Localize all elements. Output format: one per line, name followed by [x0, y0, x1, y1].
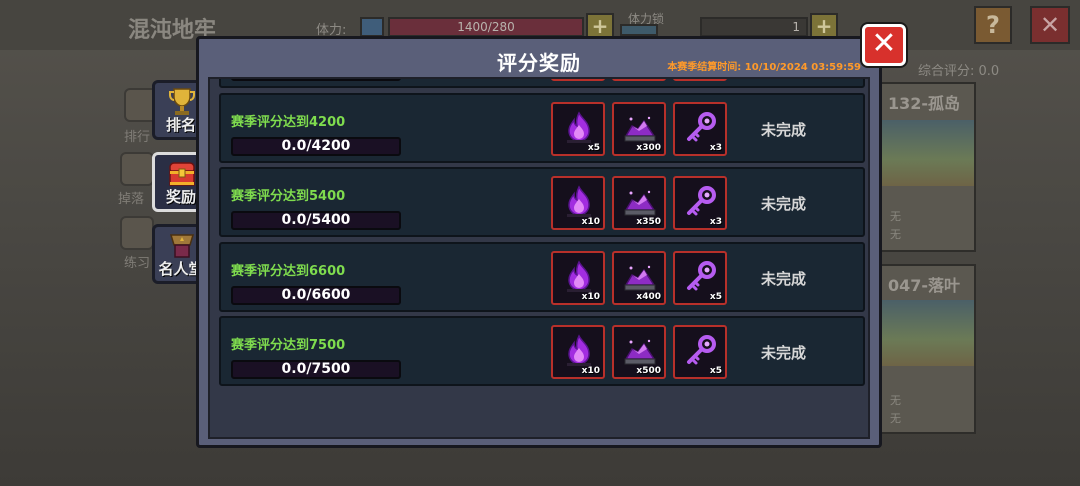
reward-item[interactable]: x3 — [673, 176, 727, 230]
reward-item[interactable]: x350 — [612, 176, 666, 230]
rewards-dialog: 评分奖励 本赛季结算时间: 10/10/2024 03:59:59 赛季评分达到… — [196, 36, 882, 448]
progress-text: 0.0/7500 — [281, 361, 351, 377]
reward-item[interactable]: x5 — [551, 77, 605, 81]
reward-item[interactable]: x5 — [673, 250, 727, 305]
stamina-value: 1400/280 — [457, 20, 515, 34]
map-card-2-image — [882, 300, 974, 366]
status-text: 未完成 — [761, 195, 807, 213]
key-counter: 1 — [700, 17, 808, 37]
overall-score: 综合评分: 0.0 — [918, 64, 1000, 79]
reward-count: x5 — [709, 291, 722, 302]
reward-count: x350 — [636, 217, 661, 227]
map-card-1-image — [882, 120, 974, 186]
reward-count: x500 — [636, 366, 661, 376]
progress-bar: 0.0/5400 — [231, 211, 401, 230]
treasure-chest-icon — [169, 162, 195, 186]
close-dialog-button[interactable]: ✕ — [862, 24, 906, 66]
reward-row-3: 赛季评分达到5400 0.0/5400 x10 x350 x3 未完成 — [219, 167, 865, 237]
map-card-1-line-2: 无 — [890, 228, 901, 241]
progress-text: 0.0/5400 — [281, 212, 351, 228]
side-menu-practice[interactable]: 练习 — [124, 252, 150, 271]
close-dungeon-button[interactable]: ✕ — [1030, 6, 1070, 44]
map-card-1-title: 132-孤岛 — [888, 94, 961, 113]
map-card-2-title: 047-落叶 — [888, 276, 961, 295]
progress-bar: 0.0/6600 — [231, 285, 401, 305]
practice-icon[interactable] — [120, 216, 154, 250]
reward-row-1: 赛季评分达到3300 0.0/3300 x5x250x2 未完成 — [219, 77, 865, 88]
progress-text: 0.0/3300 — [233, 77, 399, 79]
reward-item[interactable]: x5 — [551, 101, 605, 156]
lightning-icon — [360, 17, 384, 37]
status-text: 未完成 — [761, 120, 807, 139]
reward-row-2: 赛季评分达到4200 0.0/4200 x5 x300 x3 未完成 — [219, 92, 865, 163]
reward-count: x5 — [588, 77, 600, 78]
reward-count: x5 — [587, 142, 600, 153]
reward-item[interactable]: x300 — [612, 101, 666, 156]
stamina-bar: 1400/280 — [388, 17, 584, 37]
reward-count: x300 — [636, 142, 661, 153]
key-count: 1 — [792, 20, 800, 34]
progress-bar: 0.0/4200 — [231, 136, 401, 156]
requirement-text: 赛季评分达到4200 — [231, 114, 346, 130]
requirement-text: 赛季评分达到7500 — [231, 338, 346, 353]
progress-text: 0.0/6600 — [281, 286, 351, 303]
status-text: 未完成 — [761, 344, 807, 362]
reward-row-5: 赛季评分达到7500 0.0/7500 x10 x500 x5 未完成 — [219, 316, 865, 386]
reward-item[interactable]: x10 — [551, 176, 605, 230]
help-button[interactable]: ? — [974, 6, 1012, 44]
status-text: 未完成 — [761, 269, 807, 288]
drop-icon[interactable] — [120, 152, 154, 186]
reward-count: x250 — [636, 77, 661, 78]
reward-item[interactable]: x5 — [673, 325, 727, 379]
requirement-text: 赛季评分达到6600 — [231, 263, 346, 279]
reward-count: x10 — [581, 366, 600, 376]
reward-item[interactable]: x3 — [673, 101, 727, 156]
reward-count: x5 — [709, 366, 722, 376]
reward-item[interactable]: x500 — [612, 325, 666, 379]
map-card-2-line-1: 无 — [890, 394, 901, 407]
reward-item[interactable]: x10 — [551, 250, 605, 305]
reward-item[interactable]: x2 — [673, 77, 727, 81]
rewards-list[interactable]: 赛季评分达到3300 0.0/3300 x5x250x2 未完成 赛季评分达到4… — [208, 77, 870, 439]
side-menu-drops[interactable]: 掉落 — [118, 188, 144, 207]
reward-item[interactable]: x250 — [612, 77, 666, 81]
stamina-lock-toggle[interactable] — [620, 24, 658, 36]
reward-count: x2 — [710, 77, 722, 78]
requirement-text: 赛季评分达到5400 — [231, 189, 346, 204]
hall-of-fame-icon — [169, 234, 195, 258]
map-card-1-line-1: 无 — [890, 210, 901, 223]
side-menu-ranking[interactable]: 排行 — [124, 126, 150, 145]
reward-count: x3 — [709, 142, 722, 153]
season-end-time: 本赛季结算时间: 10/10/2024 03:59:59 — [667, 62, 861, 73]
progress-bar: 0.0/3300 — [231, 77, 401, 81]
progress-text: 0.0/4200 — [281, 137, 351, 154]
reward-count: x3 — [709, 217, 722, 227]
reward-count: x10 — [581, 217, 600, 227]
progress-bar: 0.0/7500 — [231, 360, 401, 379]
reward-row-4: 赛季评分达到6600 0.0/6600 x10 x400 x5 未完成 — [219, 241, 865, 312]
map-card-2-line-2: 无 — [890, 412, 901, 425]
reward-count: x400 — [636, 291, 661, 302]
rewards-rows: 赛季评分达到3300 0.0/3300 x5x250x2 未完成 赛季评分达到4… — [219, 77, 865, 391]
reward-item[interactable]: x400 — [612, 250, 666, 305]
reward-item[interactable]: x10 — [551, 325, 605, 379]
trophy-icon — [169, 88, 195, 115]
reward-count: x10 — [581, 291, 600, 302]
